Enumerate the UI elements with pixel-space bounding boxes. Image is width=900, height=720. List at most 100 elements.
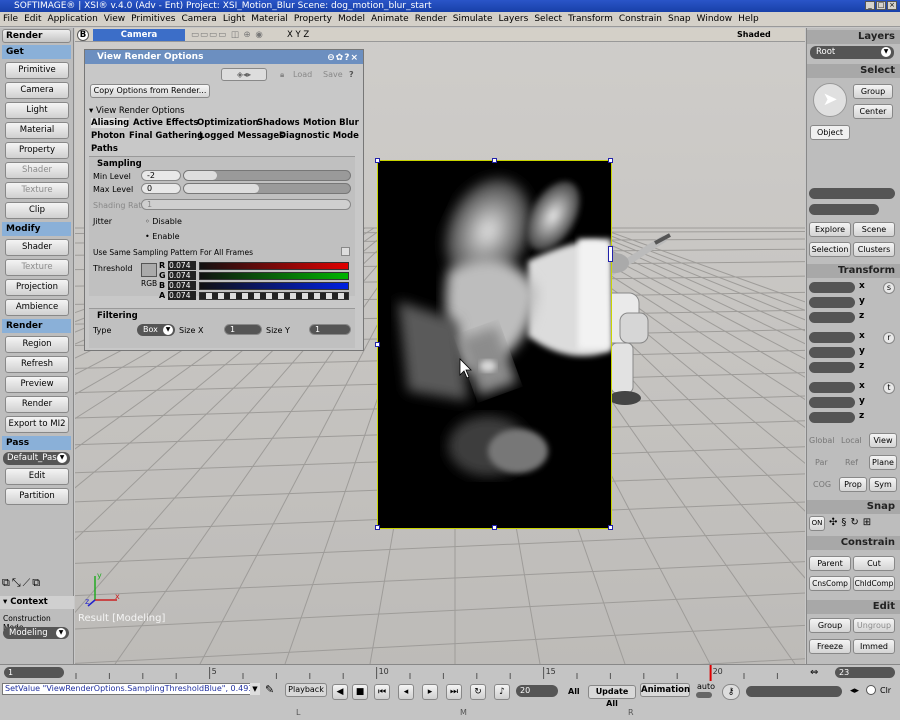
tab-paths[interactable]: Paths: [91, 144, 118, 154]
key-icon[interactable]: ⚷: [722, 684, 740, 700]
channel-slider[interactable]: [199, 262, 349, 270]
get-primitive-button[interactable]: Primitive: [5, 62, 69, 79]
record-icon[interactable]: [866, 685, 876, 695]
close-button[interactable]: ×: [887, 1, 897, 10]
size-x-input[interactable]: 1: [224, 324, 262, 335]
transform-scale-y-field[interactable]: [809, 297, 855, 308]
clear-button[interactable]: Clr: [880, 686, 891, 695]
menu-camera[interactable]: Camera: [178, 12, 219, 27]
scale-mode-icon[interactable]: s: [883, 282, 895, 294]
render-export-to-mi2-button[interactable]: Export to MI2: [5, 416, 69, 433]
prop-button[interactable]: Prop: [839, 477, 867, 492]
dialog-title[interactable]: View Render Options ⊖✿?×: [85, 50, 363, 64]
local-button[interactable]: Local: [841, 436, 862, 445]
immed-button[interactable]: Immed: [853, 639, 895, 654]
animation-menu[interactable]: Animation: [640, 683, 690, 697]
next-frame-icon[interactable]: ▸: [422, 684, 438, 700]
get-shader-button[interactable]: Shader: [5, 162, 69, 179]
help-icon[interactable]: ?: [349, 70, 354, 79]
modify-ambience-button[interactable]: Ambience: [5, 299, 69, 316]
context-header[interactable]: ▾ Context: [0, 596, 74, 609]
clusters-button[interactable]: Clusters: [853, 242, 895, 257]
rotate-mode-icon[interactable]: r: [883, 332, 895, 344]
tab-motion-blur[interactable]: Motion Blur: [303, 118, 359, 128]
copy-tool-icon[interactable]: ⧉: [32, 576, 42, 589]
toolbar-selector[interactable]: Render: [2, 29, 71, 43]
auto-key-toggle[interactable]: auto: [697, 682, 715, 691]
explore-button[interactable]: Explore: [809, 222, 851, 237]
transform-translate-x-field[interactable]: [809, 382, 855, 393]
view-button[interactable]: View: [869, 433, 897, 448]
preset-arrows[interactable]: ◈◂▸: [221, 68, 267, 81]
timeline-range-icon[interactable]: ⇔: [810, 667, 818, 678]
construction-mode-select[interactable]: Modeling ▼: [3, 627, 69, 639]
translate-mode-icon[interactable]: t: [883, 382, 895, 394]
transform-translate-y-field[interactable]: [809, 397, 855, 408]
tab-optimization[interactable]: Optimization: [197, 118, 259, 128]
menu-edit[interactable]: Edit: [21, 12, 44, 27]
render-render-button[interactable]: Render: [5, 396, 69, 413]
ungroup-button[interactable]: Ungroup: [853, 618, 895, 633]
render-preview-button[interactable]: Preview: [5, 376, 69, 393]
timeline-start-field[interactable]: 1: [4, 667, 64, 678]
shading-select[interactable]: Shaded: [737, 28, 771, 42]
menu-property[interactable]: Property: [291, 12, 335, 27]
pass-edit-button[interactable]: Edit: [5, 468, 69, 485]
menu-select[interactable]: Select: [531, 12, 565, 27]
close-icon[interactable]: ×: [350, 53, 359, 63]
menu-application[interactable]: Application: [45, 12, 101, 27]
get-camera-button[interactable]: Camera: [5, 82, 69, 99]
ref-button[interactable]: Ref: [845, 458, 858, 467]
menu-window[interactable]: Window: [694, 12, 736, 27]
viewport-letter[interactable]: B: [77, 29, 89, 41]
modify-texture-button[interactable]: Texture: [5, 259, 69, 276]
snap-curve-icon[interactable]: ↻: [850, 517, 862, 528]
select-group-button[interactable]: Group: [853, 84, 893, 99]
cog-button[interactable]: COG: [813, 480, 831, 489]
threshold-color-swatch[interactable]: [141, 263, 157, 277]
save-button[interactable]: Save: [323, 70, 343, 79]
par-button[interactable]: Par: [815, 458, 828, 467]
pass-select[interactable]: Default_Pas ▼: [3, 452, 70, 465]
render-region[interactable]: [375, 158, 613, 530]
camera-select[interactable]: Camera: [93, 29, 185, 41]
select-center-button[interactable]: Center: [853, 104, 893, 119]
plane-button[interactable]: Plane: [869, 455, 897, 470]
sym-button[interactable]: Sym: [869, 477, 897, 492]
all-button[interactable]: All: [568, 687, 580, 696]
get-property-button[interactable]: Property: [5, 142, 69, 159]
tab-diagnostic-mode[interactable]: Diagnostic Mode: [279, 131, 359, 141]
menu-animate[interactable]: Animate: [368, 12, 412, 27]
transform-translate-z-field[interactable]: [809, 412, 855, 423]
group-button[interactable]: Group: [809, 618, 851, 633]
modify-projection-button[interactable]: Projection: [5, 279, 69, 296]
select-object-button[interactable]: Object: [810, 125, 850, 140]
play-backward-icon[interactable]: ◀: [332, 684, 348, 700]
menu-layers[interactable]: Layers: [496, 12, 532, 27]
channel-value-input[interactable]: 0.074: [168, 271, 196, 280]
stop-icon[interactable]: ■: [352, 684, 368, 700]
chevron-down-icon[interactable]: ▼: [250, 683, 260, 695]
menu-view[interactable]: View: [101, 12, 128, 27]
selection-button[interactable]: Selection: [809, 242, 851, 257]
get-material-button[interactable]: Material: [5, 122, 69, 139]
jitter-enable-radio[interactable]: • Enable: [145, 232, 180, 241]
menu-render[interactable]: Render: [412, 12, 450, 27]
get-texture-button[interactable]: Texture: [5, 182, 69, 199]
brush-tool-icon[interactable]: ⟋: [23, 576, 33, 589]
timeline-ruler[interactable]: 5 10 15 20: [74, 665, 804, 681]
scene-button[interactable]: Scene: [853, 222, 895, 237]
timeline-end-field[interactable]: 23: [835, 667, 895, 678]
copy-options-button[interactable]: Copy Options from Render...: [90, 84, 210, 98]
render-region-button[interactable]: Region: [5, 336, 69, 353]
tab-final-gathering[interactable]: Final Gathering: [129, 131, 203, 141]
menu-file[interactable]: File: [0, 12, 21, 27]
selection-slider[interactable]: [809, 204, 879, 215]
key-field[interactable]: [746, 686, 842, 697]
same-pattern-checkbox[interactable]: [341, 247, 350, 256]
transform-rotate-y-field[interactable]: [809, 347, 855, 358]
channel-value-input[interactable]: 0.074: [168, 281, 196, 290]
snap-grid-icon[interactable]: ✣: [829, 517, 841, 528]
snap-on-button[interactable]: ON: [809, 516, 825, 531]
max-level-input[interactable]: 0: [141, 183, 181, 194]
